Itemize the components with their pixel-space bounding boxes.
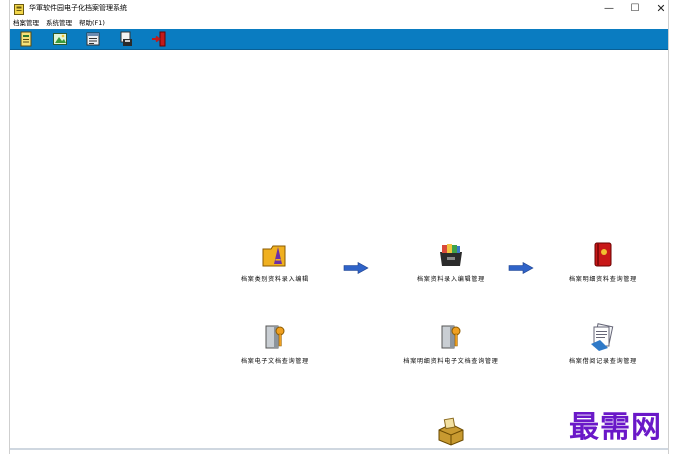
module-label: 档案资料录入编辑管理 bbox=[416, 276, 485, 283]
module-label: 档案借阅记录查询管理 bbox=[568, 358, 637, 365]
minimize-button[interactable]: — bbox=[596, 0, 622, 18]
folder-icon bbox=[262, 245, 286, 267]
archive-box-icon bbox=[438, 417, 464, 446]
app-window: 华軍软件园电子化档案管理系统 — ☐ ✕ 档案管理 系统管理 帮助(F1) 档案… bbox=[9, 0, 669, 454]
image-icon[interactable] bbox=[52, 31, 68, 47]
document-icon[interactable] bbox=[18, 31, 34, 47]
file-box-icon bbox=[440, 244, 462, 266]
module-e-doc-query[interactable]: 档案电子文档查询管理 bbox=[190, 325, 360, 368]
module-borrow-records[interactable]: 档案借阅记录查询管理 bbox=[518, 323, 683, 368]
app-icon bbox=[14, 4, 24, 15]
workspace: 档案类别资料录入编辑 档案资料录入编辑管理 档案明细资料查询管理 档案电子文档查… bbox=[10, 50, 668, 450]
watermark: 最需网 bbox=[569, 410, 662, 445]
module-detail-query[interactable]: 档案明细资料查询管理 bbox=[518, 242, 683, 286]
toolbar bbox=[10, 29, 668, 50]
module-label: 档案明细资料查询管理 bbox=[568, 276, 637, 283]
close-button[interactable]: ✕ bbox=[648, 0, 674, 18]
status-separator bbox=[10, 448, 668, 450]
menu-system-management[interactable]: 系统管理 bbox=[46, 19, 72, 27]
menu-help[interactable]: 帮助(F1) bbox=[79, 19, 105, 27]
module-label: 档案明细资料电子文档查询管理 bbox=[403, 358, 499, 365]
red-book-icon bbox=[594, 242, 612, 267]
menu-archive-management[interactable]: 档案管理 bbox=[13, 19, 39, 27]
module-label: 档案类别资料录入编辑 bbox=[240, 276, 309, 283]
maximize-button[interactable]: ☐ bbox=[622, 0, 648, 18]
module-label: 档案电子文档查询管理 bbox=[240, 358, 309, 365]
module-archive-box[interactable] bbox=[366, 417, 536, 462]
key-document-icon bbox=[441, 325, 461, 349]
window-title: 华軍软件园电子化档案管理系统 bbox=[29, 4, 127, 12]
save-disk-icon[interactable] bbox=[118, 31, 134, 47]
documents-stack-icon bbox=[591, 323, 614, 351]
key-document-icon bbox=[265, 325, 285, 349]
module-category-entry[interactable]: 档案类别资料录入编辑 bbox=[190, 245, 360, 286]
records-icon[interactable] bbox=[85, 31, 101, 47]
menu-bar: 档案管理 系统管理 帮助(F1) bbox=[10, 18, 668, 29]
module-detail-e-doc-query[interactable]: 档案明细资料电子文档查询管理 bbox=[366, 325, 536, 368]
exit-door-icon[interactable] bbox=[151, 31, 167, 47]
title-bar: 华軍软件园电子化档案管理系统 — ☐ ✕ bbox=[10, 0, 668, 18]
